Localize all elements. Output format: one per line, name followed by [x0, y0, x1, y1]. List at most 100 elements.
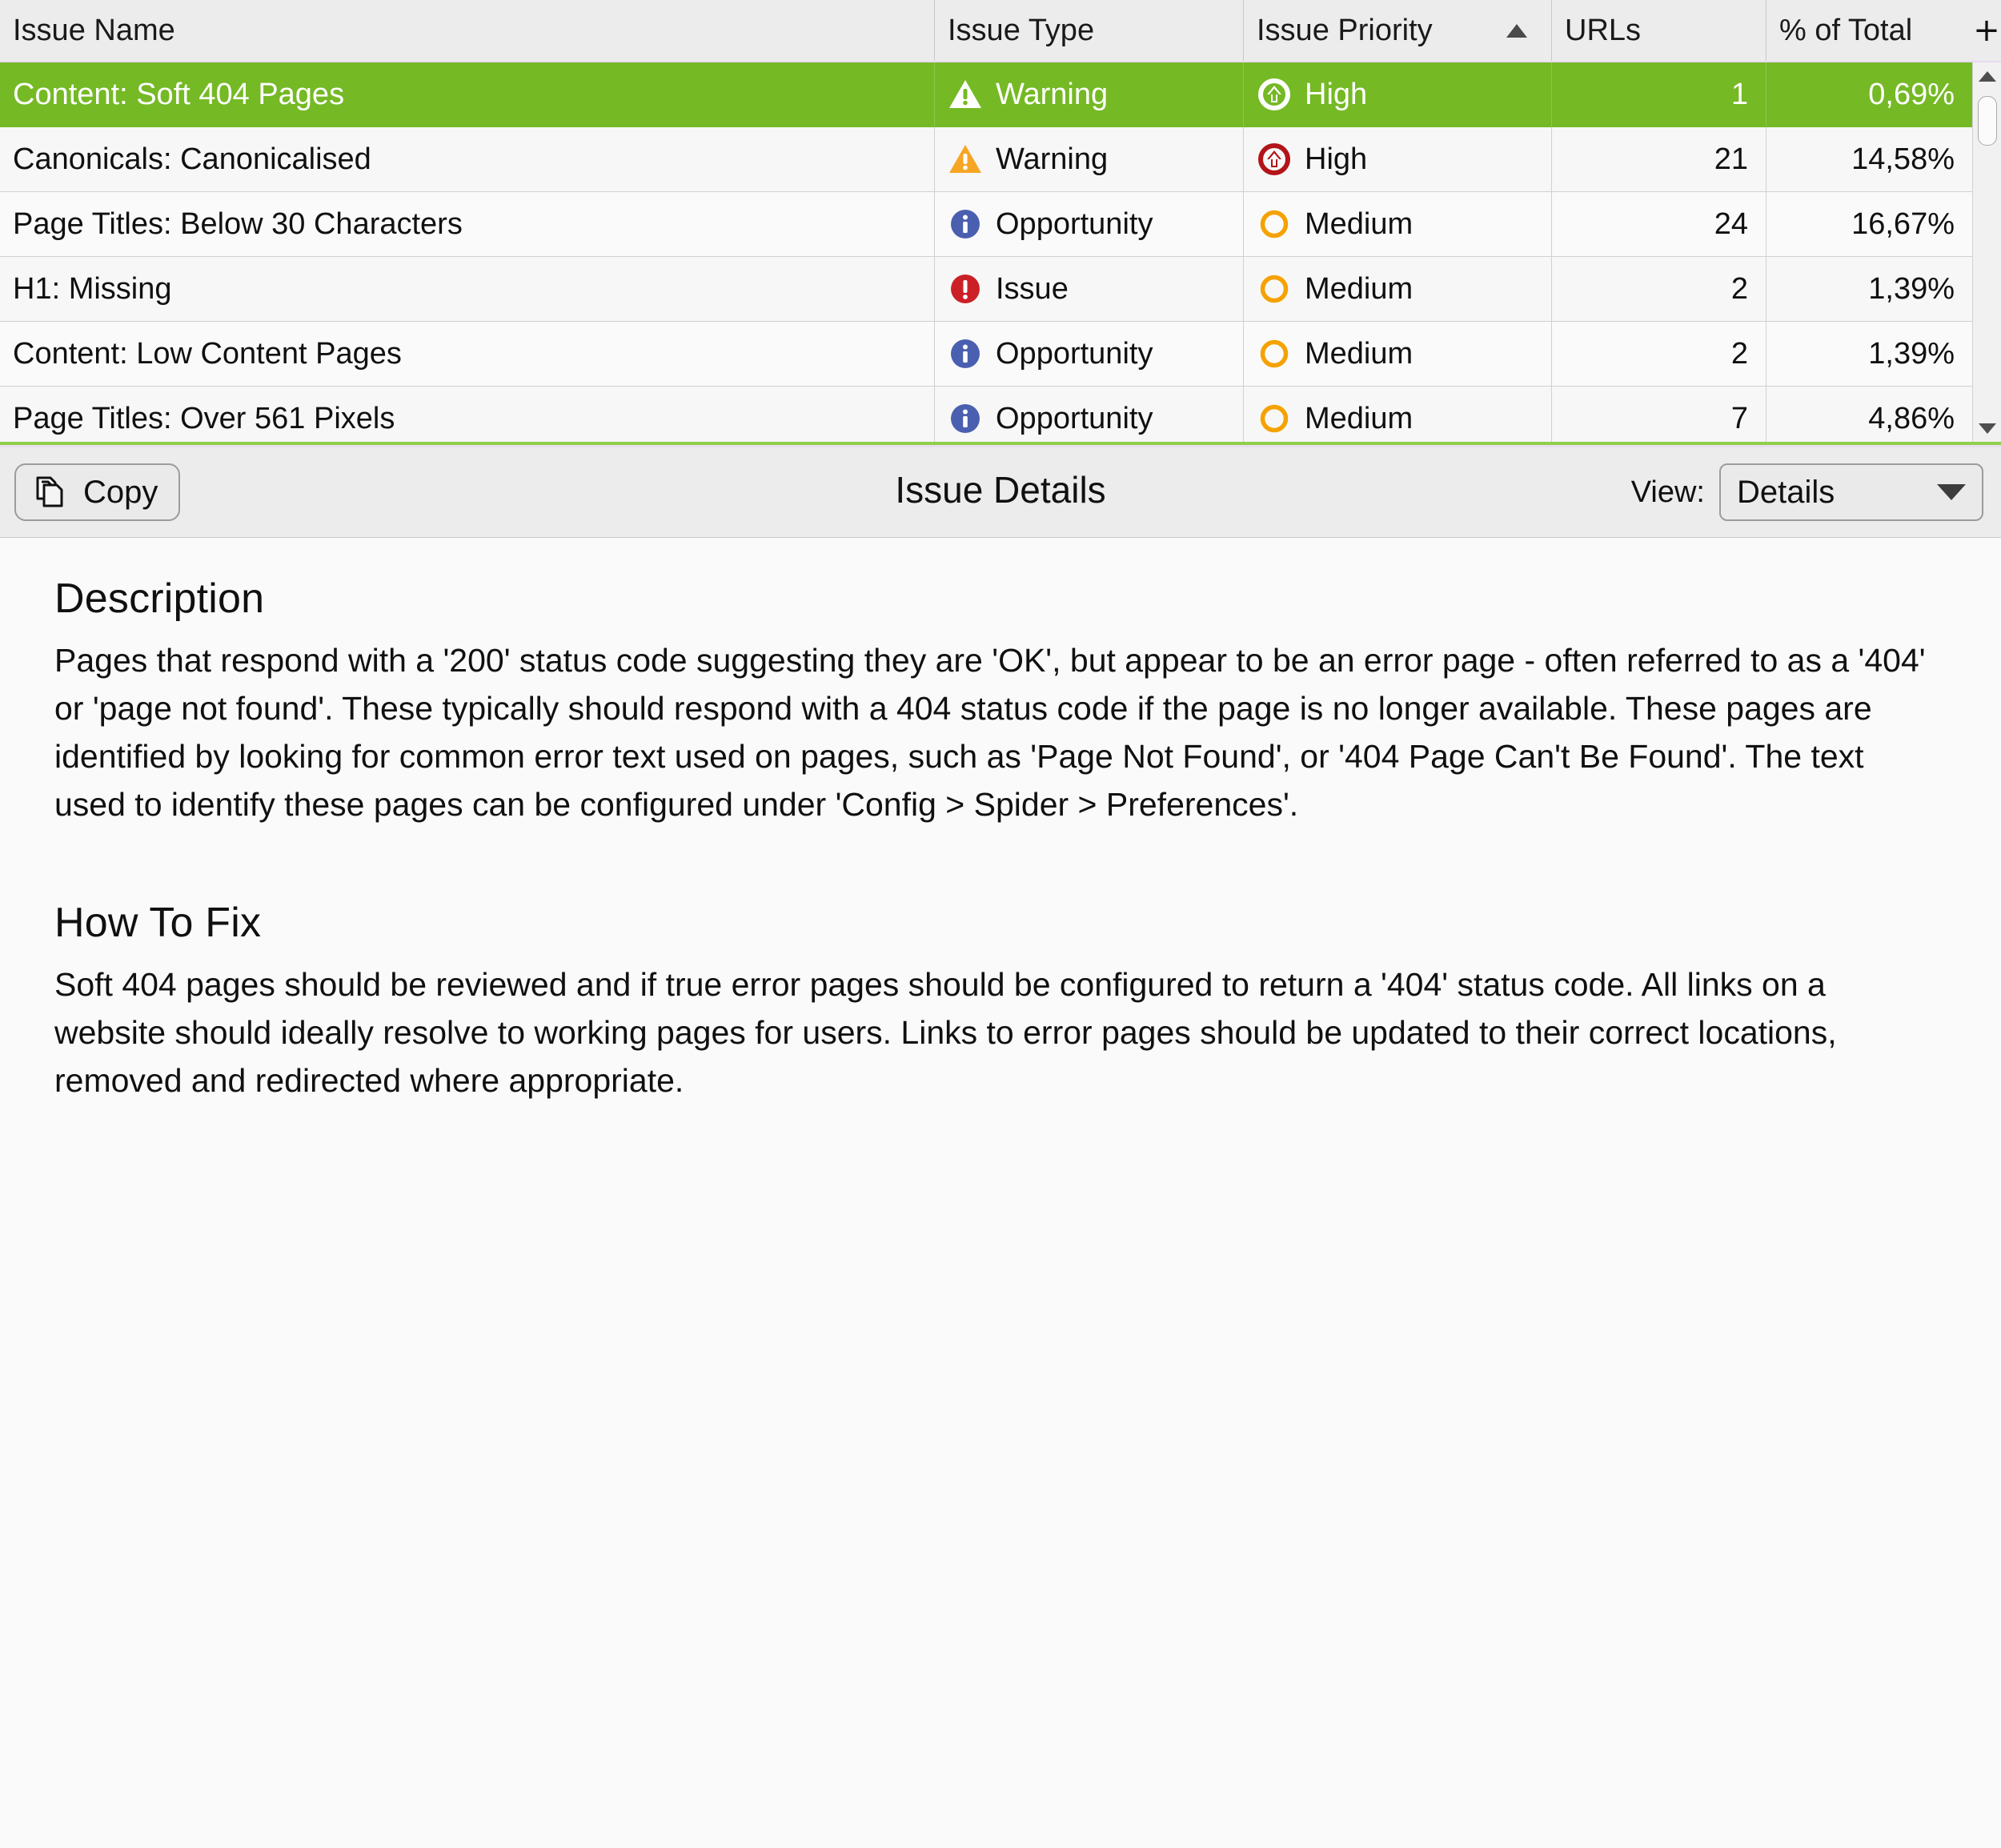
issue-name-text: H1: Missing [13, 271, 172, 306]
urls-count-text: 1 [1730, 77, 1748, 111]
cell-issue-type: Warning [935, 127, 1244, 192]
cell-pct-of-total: 1,39% [1766, 322, 1972, 387]
cell-issue-priority: High [1244, 62, 1552, 127]
issue-name-text: Page Titles: Over 561 Pixels [13, 401, 395, 435]
warning-triangle-icon [948, 142, 983, 177]
warning-triangle-icon [948, 77, 983, 112]
issue-priority-text: High [1305, 77, 1368, 111]
cell-issue-name: H1: Missing [0, 257, 935, 322]
cell-issue-priority: Medium [1244, 387, 1552, 442]
view-control-group: View: Details [1631, 463, 1983, 521]
issue-details-body: Description Pages that respond with a '2… [0, 538, 2001, 1848]
cell-urls: 2 [1552, 257, 1766, 322]
issue-type-text: Opportunity [996, 336, 1153, 371]
column-header-urls[interactable]: URLs [1552, 0, 1766, 61]
opportunity-info-icon [948, 336, 983, 371]
chevron-up-icon [1979, 70, 1996, 82]
issue-type-text: Opportunity [996, 206, 1153, 241]
column-header-issue-type[interactable]: Issue Type [935, 0, 1244, 61]
scroll-down-button[interactable] [1973, 415, 2001, 442]
cell-issue-name: Page Titles: Over 561 Pixels [0, 387, 935, 442]
issue-priority-text: High [1305, 142, 1368, 176]
cell-issue-name: Content: Low Content Pages [0, 322, 935, 387]
issue-name-text: Content: Soft 404 Pages [13, 77, 345, 111]
description-heading: Description [54, 575, 265, 622]
pct-of-total-text: 4,86% [1868, 401, 1955, 435]
cell-pct-of-total: 1,39% [1766, 257, 1972, 322]
view-label: View: [1630, 475, 1705, 509]
chevron-down-icon [1937, 484, 1966, 500]
pct-of-total-text: 14,58% [1851, 142, 1955, 176]
issue-type-text: Issue [996, 271, 1069, 306]
cell-urls: 21 [1552, 127, 1766, 192]
issue-details-toolbar: Copy Issue Details View: Details [0, 447, 2001, 538]
description-text: Pages that respond with a '200' status c… [54, 642, 1926, 823]
pct-of-total-text: 0,69% [1868, 77, 1955, 111]
cell-urls: 7 [1552, 387, 1766, 442]
scroll-up-button[interactable] [1973, 62, 2001, 90]
pct-of-total-text: 1,39% [1868, 336, 1955, 371]
table-row[interactable]: H1: Missing Issue Medium 2 1,39% [0, 257, 1972, 322]
column-header-label: % of Total [1779, 13, 1913, 47]
cell-issue-type: Warning [935, 62, 1244, 127]
view-select-value: Details [1737, 474, 1835, 510]
issue-type-text: Opportunity [996, 401, 1153, 435]
table-header-row: Issue Name Issue Type Issue Priority URL… [0, 0, 1972, 62]
cell-issue-type: Issue [935, 257, 1244, 322]
cell-urls: 1 [1552, 62, 1766, 127]
table-row[interactable]: Content: Soft 404 Pages Warning High 1 0,69% [0, 62, 1972, 127]
cell-urls: 24 [1552, 192, 1766, 257]
sort-ascending-icon [1506, 23, 1527, 38]
pct-of-total-text: 1,39% [1868, 271, 1955, 306]
issue-name-text: Content: Low Content Pages [13, 336, 402, 371]
table-vertical-scrollbar[interactable] [1972, 62, 2001, 442]
issue-priority-text: Medium [1305, 336, 1414, 371]
scrollbar-thumb[interactable] [1978, 96, 1997, 146]
cell-issue-priority: Medium [1244, 257, 1552, 322]
table-row[interactable]: Page Titles: Over 561 Pixels Opportunity M… [0, 387, 1972, 442]
issues-table-panel: Issue Name Issue Type Issue Priority URL… [0, 0, 2001, 442]
issue-type-text: Warning [996, 142, 1109, 176]
issue-type-text: Warning [996, 77, 1109, 111]
urls-count-text: 7 [1730, 401, 1748, 435]
cell-pct-of-total: 14,58% [1766, 127, 1972, 192]
pct-of-total-text: 16,67% [1851, 206, 1955, 241]
urls-count-text: 2 [1730, 271, 1748, 306]
table-row[interactable]: Content: Low Content Pages Opportunity Med… [0, 322, 1972, 387]
cell-pct-of-total: 4,86% [1766, 387, 1972, 442]
add-column-button[interactable]: + [1972, 0, 2001, 62]
view-select[interactable]: Details [1719, 463, 1983, 521]
priority-medium-icon [1257, 206, 1292, 242]
issue-name-text: Canonicals: Canonicalised [13, 142, 371, 176]
cell-issue-type: Opportunity [935, 322, 1244, 387]
how-to-fix-text: Soft 404 pages should be reviewed and if… [54, 966, 1837, 1100]
urls-count-text: 21 [1714, 142, 1748, 176]
chevron-down-icon [1979, 423, 1996, 434]
issue-name-text: Page Titles: Below 30 Characters [13, 206, 463, 241]
cell-issue-priority: High [1244, 127, 1552, 192]
cell-issue-type: Opportunity [935, 192, 1244, 257]
cell-pct-of-total: 16,67% [1766, 192, 1972, 257]
cell-issue-priority: Medium [1244, 322, 1552, 387]
cell-issue-name: Page Titles: Below 30 Characters [0, 192, 935, 257]
priority-medium-icon [1257, 271, 1292, 307]
priority-medium-icon [1257, 336, 1292, 371]
column-header-issue-name[interactable]: Issue Name [0, 0, 935, 61]
table-row[interactable]: Canonicals: Canonicalised Warning High 21 14… [0, 127, 1972, 192]
priority-medium-icon [1257, 401, 1292, 436]
urls-count-text: 24 [1714, 206, 1748, 241]
cell-pct-of-total: 0,69% [1766, 62, 1972, 127]
table-row[interactable]: Page Titles: Below 30 Characters Opportun… [0, 192, 1972, 257]
table-body: Content: Soft 404 Pages Warning High 1 0,69%… [0, 62, 1972, 442]
cell-urls: 2 [1552, 322, 1766, 387]
urls-count-text: 2 [1730, 336, 1748, 371]
column-header-issue-priority[interactable]: Issue Priority [1244, 0, 1552, 61]
priority-high-icon [1257, 142, 1292, 177]
issues-table-viewport: Issue Name Issue Type Issue Priority URL… [0, 0, 1972, 442]
priority-high-icon [1257, 77, 1292, 112]
cell-issue-name: Canonicals: Canonicalised [0, 127, 935, 192]
cell-issue-type: Opportunity [935, 387, 1244, 442]
column-header-pct-of-total[interactable]: % of Total [1766, 0, 1972, 61]
column-header-label: Issue Priority [1257, 13, 1433, 47]
column-header-label: Issue Name [13, 13, 175, 47]
